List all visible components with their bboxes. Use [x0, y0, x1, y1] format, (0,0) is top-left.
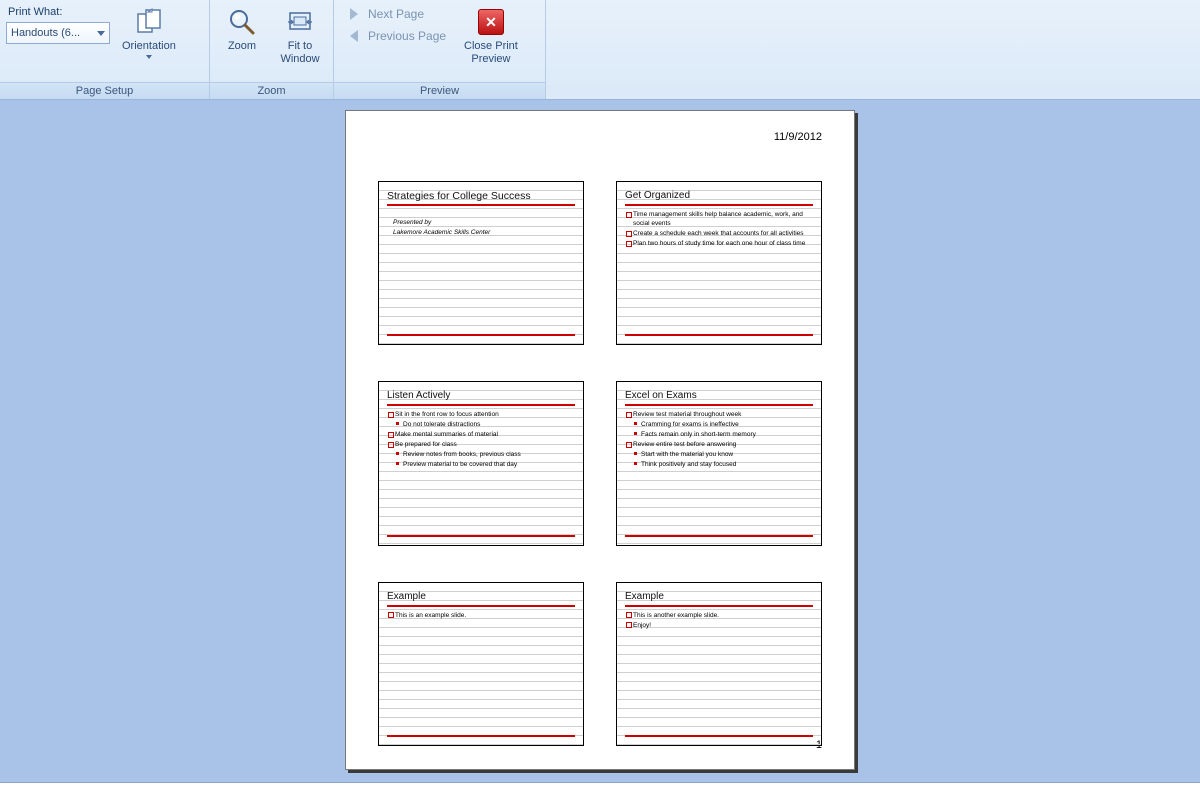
- orientation-button[interactable]: Orientation: [116, 2, 182, 61]
- slides-grid: Strategies for College Success Presented …: [378, 181, 822, 746]
- close-print-preview-label: Close Print Preview: [464, 40, 518, 66]
- slide-bullet: Create a schedule each week that account…: [625, 229, 813, 238]
- slide-bullet: Make mental summaries of material: [387, 430, 575, 439]
- fit-to-window-icon: [284, 6, 316, 38]
- zoom-label: Zoom: [228, 40, 256, 53]
- slide-title-underline: [387, 204, 575, 206]
- slide-bullet: This is an example slide.: [387, 611, 575, 620]
- handout-page: 11/9/2012 1 Strategies for College Succe…: [345, 110, 855, 770]
- slide-footer-line: [625, 334, 813, 336]
- slide-thumbnail: Get Organized Time management skills help…: [616, 181, 822, 345]
- slide-thumbnail: Example This is an example slide.: [378, 582, 584, 746]
- slide-thumbnail: Strategies for College Success Presented …: [378, 181, 584, 345]
- slide-bullet: This is another example slide.: [625, 611, 813, 620]
- slide-title-underline: [387, 404, 575, 406]
- ribbon: Print What: Handouts (6... Orientation: [0, 0, 1200, 100]
- slide-bullet: Review notes from books, previous class: [387, 450, 575, 459]
- slide-title-underline: [387, 605, 575, 607]
- slide-title: Excel on Exams: [625, 390, 813, 402]
- previous-page-label: Previous Page: [368, 29, 446, 43]
- slide-title: Listen Actively: [387, 390, 575, 402]
- orientation-label: Orientation: [122, 40, 176, 53]
- group-label-page-setup: Page Setup: [0, 82, 209, 99]
- slide-bullet: Time management skills help balance acad…: [625, 210, 813, 228]
- zoom-button[interactable]: Zoom: [216, 2, 268, 55]
- slide-bullets: Sit in the front row to focus attentionD…: [387, 410, 575, 469]
- slide-footer-line: [387, 334, 575, 336]
- preview-canvas[interactable]: 11/9/2012 1 Strategies for College Succe…: [0, 100, 1200, 782]
- slide-footer-line: [625, 735, 813, 737]
- next-page-button[interactable]: Next Page: [340, 4, 452, 24]
- slide-title-underline: [625, 605, 813, 607]
- fit-to-window-label: Fit to Window: [280, 40, 319, 66]
- previous-page-icon: [346, 28, 362, 44]
- print-what-value: Handouts (6...: [11, 27, 80, 39]
- fit-to-window-button[interactable]: Fit to Window: [274, 2, 326, 68]
- caret-down-icon: [97, 31, 105, 36]
- group-label-zoom: Zoom: [210, 82, 333, 99]
- print-what-dropdown[interactable]: Handouts (6...: [6, 22, 110, 44]
- slide-bullet: Preview material to be covered that day: [387, 460, 575, 469]
- status-bar-edge: [0, 782, 1200, 788]
- slide-footer-line: [387, 535, 575, 537]
- slide-thumbnail: Listen Actively Sit in the front row to f…: [378, 381, 584, 545]
- next-page-icon: [346, 6, 362, 22]
- slide-bullet: Do not tolerate distractions: [387, 420, 575, 429]
- page-date: 11/9/2012: [774, 131, 822, 143]
- orientation-icon: [133, 6, 165, 38]
- next-page-label: Next Page: [368, 7, 424, 21]
- print-what-label: Print What:: [6, 4, 110, 18]
- group-label-preview: Preview: [334, 82, 545, 99]
- slide-subtitle: Presented byLakemore Academic Skills Cen…: [387, 218, 575, 238]
- slide-bullet: Cramming for exams is ineffective: [625, 420, 813, 429]
- slide-bullet: Review entire test before answering: [625, 440, 813, 449]
- slide-title-underline: [625, 204, 813, 206]
- slide-thumbnail: Excel on Exams Review test material throu…: [616, 381, 822, 545]
- slide-bullets: This is an example slide.: [387, 611, 575, 620]
- slide-title: Strategies for College Success: [387, 190, 575, 202]
- slide-bullets: Review test material throughout weekCram…: [625, 410, 813, 469]
- slide-title-underline: [625, 404, 813, 406]
- close-print-preview-button[interactable]: Close Print Preview: [458, 2, 524, 68]
- slide-footer-line: [387, 735, 575, 737]
- close-icon: [475, 6, 507, 38]
- slide-bullet: Facts remain only in short-term memory: [625, 430, 813, 439]
- slide-thumbnail: Example This is another example slide.Enj…: [616, 582, 822, 746]
- slide-title: Example: [625, 591, 813, 603]
- slide-bullet: Sit in the front row to focus attention: [387, 410, 575, 419]
- slide-bullet: Think positively and stay focused: [625, 460, 813, 469]
- slide-title: Get Organized: [625, 190, 813, 202]
- slide-bullet: Enjoy!: [625, 621, 813, 630]
- slide-title: Example: [387, 591, 575, 603]
- slide-bullet: Be prepared for class: [387, 440, 575, 449]
- previous-page-button[interactable]: Previous Page: [340, 26, 452, 46]
- zoom-icon: [226, 6, 258, 38]
- caret-down-icon: [146, 55, 152, 59]
- slide-bullet: Plan two hours of study time for each on…: [625, 239, 813, 248]
- slide-bullets: This is another example slide.Enjoy!: [625, 611, 813, 630]
- slide-bullets: Time management skills help balance acad…: [625, 210, 813, 248]
- slide-bullet: Review test material throughout week: [625, 410, 813, 419]
- slide-footer-line: [625, 535, 813, 537]
- slide-bullet: Start with the material you know: [625, 450, 813, 459]
